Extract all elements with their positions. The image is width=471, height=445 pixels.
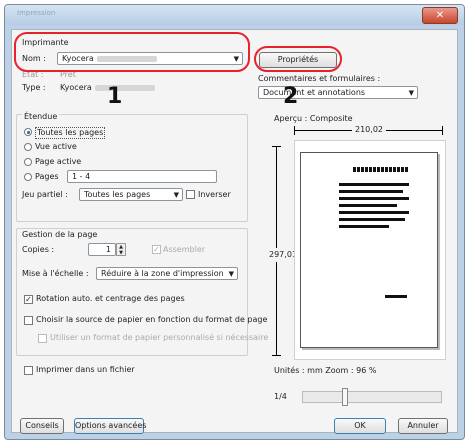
printer-type-label: Type : bbox=[22, 83, 46, 92]
preview-line bbox=[339, 183, 409, 186]
radio-pages[interactable] bbox=[24, 173, 32, 181]
collate-checkbox[interactable]: ✓ bbox=[152, 245, 161, 254]
print-dialog: Impression ✕ Imprimante Nom : Kyocera ▼ … bbox=[4, 4, 465, 440]
all-pages-label[interactable]: Toutes les pages bbox=[35, 127, 106, 139]
radio-all-pages[interactable] bbox=[24, 128, 32, 136]
height-value: 297,01 bbox=[269, 248, 297, 262]
scaling-label: Mise à l'échelle : bbox=[22, 269, 89, 278]
custom-paper-label: Utiliser un format de papier personnalis… bbox=[50, 333, 269, 342]
chevron-down-icon: ▼ bbox=[173, 191, 179, 199]
width-ruler-left-tick bbox=[294, 126, 295, 135]
radio-current-view[interactable] bbox=[24, 143, 32, 151]
radio-current-page[interactable] bbox=[24, 158, 32, 166]
choose-source-label[interactable]: Choisir la source de papier en fonction … bbox=[36, 315, 267, 325]
pages-label[interactable]: Pages bbox=[35, 172, 59, 182]
collate-label: Assembler bbox=[163, 245, 206, 254]
range-group-label: Étendue bbox=[22, 112, 60, 122]
cancel-button[interactable]: Annuler bbox=[398, 418, 448, 434]
auto-rotate-label[interactable]: Rotation auto. et centrage des pages bbox=[36, 294, 185, 304]
preview-line bbox=[339, 211, 409, 214]
close-button[interactable]: ✕ bbox=[422, 7, 458, 24]
height-ruler-bottom-tick bbox=[272, 355, 281, 356]
scaling-select[interactable]: Réduire à la zone d'impression ▼ bbox=[96, 267, 238, 280]
units-zoom-label: Unités : mm Zoom : 96 % bbox=[274, 366, 377, 375]
pages-value: 1 - 4 bbox=[72, 172, 91, 181]
copies-input[interactable]: 1 bbox=[88, 243, 116, 256]
width-ruler-right-tick bbox=[442, 126, 443, 135]
preview-heading bbox=[353, 167, 409, 172]
print-to-file-checkbox[interactable] bbox=[24, 366, 33, 375]
reverse-label[interactable]: Inverser bbox=[198, 190, 231, 200]
scaling-value: Réduire à la zone d'impression bbox=[101, 269, 224, 278]
choose-source-checkbox[interactable] bbox=[24, 316, 33, 325]
preview-line bbox=[339, 218, 405, 221]
chevron-down-icon: ▼ bbox=[228, 270, 234, 278]
preview-line bbox=[339, 190, 403, 193]
title-bar: Impression ✕ bbox=[5, 5, 464, 25]
height-ruler-top-tick bbox=[272, 146, 281, 147]
preview-label: Aperçu : Composite bbox=[274, 114, 353, 123]
comments-select[interactable]: Document et annotations ▼ bbox=[258, 86, 418, 99]
comments-label: Commentaires et formulaires : bbox=[258, 74, 381, 83]
page-slider-thumb[interactable] bbox=[342, 388, 348, 406]
callout-2: 2 bbox=[283, 84, 299, 109]
copies-value: 1 bbox=[105, 245, 111, 254]
pages-input[interactable]: 1 - 4 bbox=[67, 170, 217, 183]
reverse-checkbox[interactable] bbox=[186, 190, 195, 199]
subset-select[interactable]: Toutes les pages ▼ bbox=[79, 188, 183, 201]
comments-value: Document et annotations bbox=[263, 88, 366, 97]
page-indicator: 1/4 bbox=[274, 392, 287, 401]
advanced-options-button[interactable]: Options avancées bbox=[74, 418, 146, 434]
preview-signature bbox=[385, 295, 407, 298]
ok-button[interactable]: OK bbox=[334, 418, 386, 434]
print-to-file-label[interactable]: Imprimer dans un fichier bbox=[36, 365, 135, 375]
current-view-label[interactable]: Vue active bbox=[35, 142, 77, 152]
copies-label: Copies : bbox=[22, 245, 55, 254]
tips-button[interactable]: Conseils bbox=[20, 418, 64, 434]
preview-line bbox=[339, 225, 389, 228]
preview-line bbox=[339, 197, 409, 200]
custom-paper-checkbox[interactable] bbox=[38, 334, 47, 343]
dialog-title: Impression bbox=[17, 9, 56, 17]
subset-label: Jeu partiel : bbox=[22, 190, 68, 199]
highlight-printer bbox=[14, 32, 250, 72]
preview-page bbox=[300, 152, 438, 348]
printer-type-text: Kyocera bbox=[60, 83, 92, 92]
callout-1: 1 bbox=[107, 84, 123, 109]
auto-rotate-checkbox[interactable]: ✓ bbox=[24, 295, 33, 304]
page-slider-track[interactable] bbox=[302, 391, 442, 403]
current-page-label[interactable]: Page active bbox=[35, 157, 81, 167]
width-value: 210,02 bbox=[352, 125, 386, 135]
highlight-properties bbox=[254, 46, 342, 72]
copies-stepper[interactable]: ▲ ▼ bbox=[116, 243, 126, 256]
chevron-down-icon: ▼ bbox=[408, 89, 414, 97]
dialog-client-area: Imprimante Nom : Kyocera ▼ État : Prêt T… bbox=[11, 29, 458, 434]
preview-line bbox=[339, 204, 397, 207]
printer-type-redacted bbox=[94, 84, 155, 91]
page-handling-label: Gestion de la page bbox=[22, 230, 98, 239]
subset-value: Toutes les pages bbox=[84, 190, 151, 199]
